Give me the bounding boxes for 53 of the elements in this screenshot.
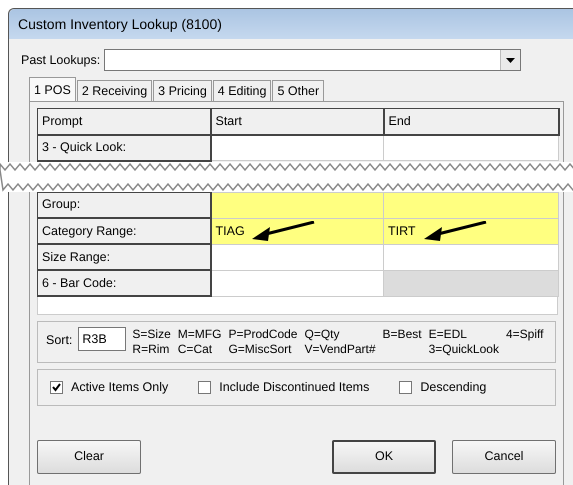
checkbox[interactable] <box>198 380 212 394</box>
legend-text: E=EDL <box>428 327 468 342</box>
checkbox-label: Descending <box>420 379 486 396</box>
dropdown-arrow-icon <box>506 58 516 62</box>
field-label: Sort: <box>46 332 72 349</box>
checkbox-option[interactable]: Include Discontinued Items <box>198 378 370 397</box>
prompt-cell: Size Range: <box>38 244 210 270</box>
dialog-button[interactable]: Clear <box>37 440 141 474</box>
start-cell[interactable] <box>210 192 384 218</box>
legend-text: S=Size <box>132 327 171 342</box>
prompt-cell: Category Range: <box>38 218 210 244</box>
checkbox-label: Include Discontinued Items <box>219 379 370 396</box>
checkbox-label: Active Items Only <box>71 379 168 396</box>
start-cell[interactable] <box>210 270 384 296</box>
legend-text: 3=QuickLook <box>428 342 499 357</box>
prompt-cell: 6 - Bar Code: <box>38 270 210 296</box>
column-header: Prompt <box>38 108 210 134</box>
checkbox-option[interactable]: Active Items Only <box>50 378 168 397</box>
start-cell[interactable] <box>210 244 384 270</box>
legend-text: Q=Qty <box>304 327 340 342</box>
tab[interactable]: 2 Receiving <box>76 80 152 101</box>
legend-text: V=VendPart# <box>304 342 376 357</box>
tab[interactable]: 5 Other <box>272 80 324 101</box>
past-lookups-dropdown[interactable] <box>104 49 522 71</box>
legend-text: P=ProdCode <box>228 327 298 342</box>
start-cell[interactable] <box>210 134 384 160</box>
legend-text: M=MFG <box>178 327 222 342</box>
checkbox-option[interactable]: Descending <box>399 378 486 397</box>
tab[interactable]: 4 Editing <box>212 80 272 101</box>
prompt-cell: Group: <box>38 192 210 218</box>
legend-text: C=Cat <box>178 342 214 357</box>
checkbox[interactable] <box>399 380 412 394</box>
checkmark-icon <box>52 382 61 392</box>
window-title: Custom Inventory Lookup (8100) <box>9 9 573 39</box>
column-header: End <box>384 108 558 134</box>
end-cell[interactable] <box>384 244 558 270</box>
legend-text: R=Rim <box>132 342 170 357</box>
tab[interactable]: 3 Pricing <box>153 80 212 101</box>
end-cell[interactable] <box>384 192 558 218</box>
tab[interactable]: 1 POS <box>29 77 76 101</box>
legend-text: G=MiscSort <box>228 342 292 357</box>
checkbox[interactable] <box>50 380 63 394</box>
start-cell[interactable]: TIAG <box>210 218 384 244</box>
column-header: Start <box>210 108 384 134</box>
prompt-cell: 3 - Quick Look: <box>38 134 210 160</box>
dialog-button[interactable]: Cancel <box>452 440 556 474</box>
legend-text: B=Best <box>382 327 422 342</box>
end-cell[interactable]: TIRT <box>384 218 558 244</box>
field-label: Past Lookups: <box>21 52 100 69</box>
end-cell[interactable] <box>384 134 558 160</box>
dialog-button[interactable]: OK <box>332 440 436 474</box>
sort-input[interactable]: R3B <box>78 327 126 351</box>
legend-text: 4=Spiff <box>506 327 544 342</box>
